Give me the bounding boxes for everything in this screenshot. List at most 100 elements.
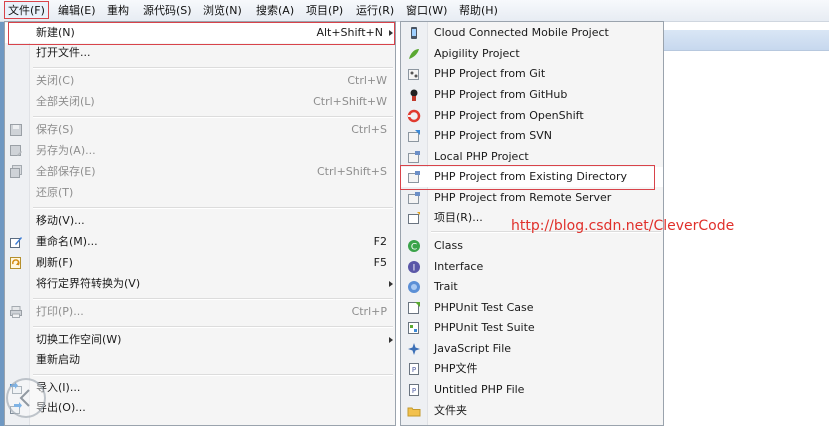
- refresh-icon: [10, 257, 21, 269]
- submenu-item-javascript-file[interactable]: JavaScript File: [401, 339, 663, 359]
- submenu-item-label: Trait: [434, 280, 458, 293]
- menu-run[interactable]: 运行(R): [356, 3, 394, 19]
- menu-edit[interactable]: 编辑(E): [58, 3, 96, 19]
- menu-item-save-as[interactable]: 另存为(A)...: [5, 141, 395, 161]
- save-as-icon: [10, 145, 22, 156]
- submenu-item-untitled-php-file[interactable]: P Untitled PHP File: [401, 380, 663, 400]
- svg-text:C: C: [411, 243, 417, 253]
- menu-item-shortcut: F2: [373, 235, 387, 248]
- menu-help[interactable]: 帮助(H): [459, 3, 498, 19]
- menu-file[interactable]: 文件(F): [4, 1, 49, 19]
- submenu-item-label: PHPUnit Test Case: [434, 301, 534, 314]
- menu-item-refresh[interactable]: 刷新(F) F5: [5, 253, 395, 273]
- menu-navigate[interactable]: 浏览(N): [203, 3, 242, 19]
- submenu-item-label: PHP Project from OpenShift: [434, 109, 584, 122]
- menu-item-save[interactable]: 保存(S) Ctrl+S: [5, 120, 395, 140]
- submenu-item-php-project-remote-server[interactable]: PHP Project from Remote Server: [401, 188, 663, 208]
- watermark-url: http://blog.csdn.net/CleverCode: [511, 218, 735, 234]
- menu-item-import[interactable]: 导入(I)...: [5, 378, 395, 398]
- menu-item-close[interactable]: 关闭(C) Ctrl+W: [5, 71, 395, 91]
- menu-item-label: 还原(T): [36, 186, 74, 199]
- save-icon: [10, 124, 22, 136]
- menu-item-close-all[interactable]: 全部关闭(L) Ctrl+Shift+W: [5, 92, 395, 112]
- menu-item-print[interactable]: 打印(P)... Ctrl+P: [5, 302, 395, 322]
- submenu-item-cloud-mobile-project[interactable]: Cloud Connected Mobile Project: [401, 23, 663, 43]
- file-menu: 新建(N) Alt+Shift+N 打开文件... 关闭(C) Ctrl+W 全…: [4, 21, 396, 426]
- menu-item-new[interactable]: 新建(N) Alt+Shift+N: [5, 23, 395, 43]
- project-icon: [408, 212, 420, 224]
- menu-item-shortcut: Ctrl+W: [347, 74, 387, 87]
- menu-item-label: 保存(S): [36, 123, 74, 136]
- menu-item-shortcut: Alt+Shift+N: [316, 26, 383, 39]
- svg-text:P: P: [412, 387, 416, 395]
- submenu-item-php-project-svn[interactable]: PHP Project from SVN: [401, 126, 663, 146]
- submenu-item-label: PHP Project from Remote Server: [434, 191, 612, 204]
- submenu-item-phpunit-test-suite[interactable]: PHPUnit Test Suite: [401, 318, 663, 338]
- menu-window[interactable]: 窗口(W): [406, 3, 447, 19]
- menu-item-shortcut: F5: [373, 256, 387, 269]
- submenu-item-label: PHP Project from Git: [434, 67, 546, 80]
- menu-separator: [33, 326, 393, 328]
- menu-project[interactable]: 项目(P): [306, 3, 343, 19]
- menu-item-convert-line-delimiters[interactable]: 将行定界符转换为(V): [5, 274, 395, 294]
- menu-item-restart[interactable]: 重新启动: [5, 350, 395, 370]
- menu-item-rename[interactable]: 重命名(M)... F2: [5, 232, 395, 252]
- menu-item-label: 全部保存(E): [36, 165, 96, 178]
- chevron-left-icon: [19, 389, 30, 407]
- interface-icon: I: [408, 261, 420, 274]
- menu-refactor[interactable]: 重构: [107, 3, 129, 19]
- menu-item-move[interactable]: 移动(V)...: [5, 211, 395, 231]
- svn-project-icon: [408, 130, 420, 142]
- menu-item-open-file[interactable]: 打开文件...: [5, 43, 395, 63]
- submenu-item-label: PHP文件: [434, 362, 478, 375]
- folder-icon: [407, 407, 421, 417]
- submenu-arrow-icon: [389, 30, 393, 36]
- back-button[interactable]: [6, 378, 46, 418]
- menu-source[interactable]: 源代码(S): [143, 3, 192, 19]
- menu-item-label: 打印(P)...: [36, 305, 84, 318]
- submenu-item-class[interactable]: C Class: [401, 236, 663, 256]
- remote-server-icon: [408, 192, 420, 204]
- submenu-item-phpunit-test-case[interactable]: PHPUnit Test Case: [401, 298, 663, 318]
- submenu-item-interface[interactable]: I Interface: [401, 257, 663, 277]
- submenu-item-trait[interactable]: Trait: [401, 277, 663, 297]
- svg-text:P: P: [412, 366, 416, 374]
- menu-separator: [33, 374, 393, 376]
- menu-item-label: 另存为(A)...: [36, 144, 96, 157]
- submenu-item-php-project-existing-directory[interactable]: PHP Project from Existing Directory: [401, 167, 663, 187]
- menu-separator: [33, 298, 393, 300]
- menu-item-label: 重命名(M)...: [36, 235, 98, 248]
- menu-bar: 文件(F) 编辑(E) 重构 源代码(S) 浏览(N) 搜索(A) 项目(P) …: [0, 0, 829, 22]
- submenu-arrow-icon: [389, 337, 393, 343]
- menu-item-save-all[interactable]: 全部保存(E) Ctrl+Shift+S: [5, 162, 395, 182]
- menu-item-label: 全部关闭(L): [36, 95, 95, 108]
- submenu-item-folder[interactable]: 文件夹: [401, 401, 663, 421]
- menu-item-shortcut: Ctrl+Shift+S: [317, 165, 387, 178]
- svg-text:I: I: [413, 264, 416, 274]
- submenu-item-php-project-github[interactable]: PHP Project from GitHub: [401, 85, 663, 105]
- phpunit-test-case-icon: [408, 302, 420, 314]
- submenu-item-php-project-git[interactable]: PHP Project from Git: [401, 64, 663, 84]
- submenu-item-label: Untitled PHP File: [434, 383, 525, 396]
- submenu-item-label: Interface: [434, 260, 484, 273]
- submenu-item-label: 文件夹: [434, 404, 467, 417]
- submenu-item-apigility-project[interactable]: Apigility Project: [401, 44, 663, 64]
- submenu-item-php-project-openshift[interactable]: PHP Project from OpenShift: [401, 106, 663, 126]
- submenu-item-local-php-project[interactable]: Local PHP Project: [401, 147, 663, 167]
- submenu-item-label: PHP Project from GitHub: [434, 88, 568, 101]
- untitled-php-file-icon: P: [409, 384, 419, 396]
- menu-search[interactable]: 搜索(A): [256, 3, 294, 19]
- submenu-item-label: Local PHP Project: [434, 150, 529, 163]
- submenu-item-label: JavaScript File: [434, 342, 512, 355]
- menu-item-export[interactable]: 导出(O)...: [5, 398, 395, 418]
- menu-item-label: 关闭(C): [36, 74, 75, 87]
- menu-item-switch-workspace[interactable]: 切换工作空间(W): [5, 330, 395, 350]
- menu-item-label: 刷新(F): [36, 256, 73, 269]
- menu-separator: [33, 207, 393, 209]
- rename-icon: [10, 237, 22, 248]
- submenu-item-label: PHP Project from SVN: [434, 129, 552, 142]
- submenu-item-php-file[interactable]: P PHP文件: [401, 359, 663, 379]
- save-all-icon: [10, 165, 22, 178]
- php-file-icon: P: [409, 363, 419, 375]
- menu-item-revert[interactable]: 还原(T): [5, 183, 395, 203]
